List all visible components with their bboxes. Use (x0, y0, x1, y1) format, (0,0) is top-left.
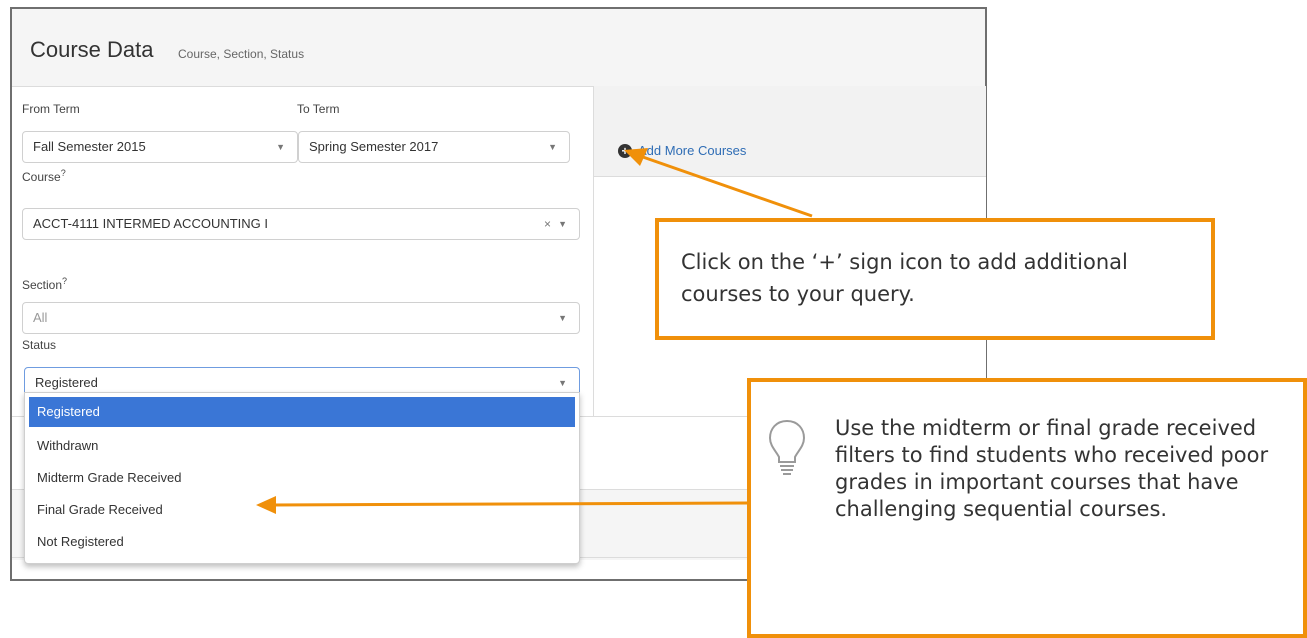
add-more-courses-link[interactable]: + Add More Courses (618, 143, 746, 158)
from-term-label: From Term (22, 102, 80, 116)
status-option-registered[interactable]: Registered (29, 397, 575, 427)
plus-circle-icon[interactable]: + (618, 143, 632, 158)
status-option-midterm-grade-received[interactable]: Midterm Grade Received (29, 463, 575, 493)
add-courses-callout: Click on the ‘+’ sign icon to add additi… (655, 218, 1215, 340)
chevron-down-icon: ▼ (558, 219, 567, 229)
to-term-label: To Term (297, 102, 340, 116)
add-more-courses-label: Add More Courses (638, 143, 747, 158)
add-courses-callout-text: Click on the ‘+’ sign icon to add additi… (681, 250, 1128, 306)
status-label: Status (22, 338, 57, 352)
panel-header: Course Data Course, Section, Status (12, 9, 985, 87)
course-label-text: Course (22, 170, 61, 184)
panel-subtitle: Course, Section, Status (178, 47, 305, 61)
filters-column: From Term To Term Fall Semester 2015 ▼ S… (12, 86, 592, 416)
section-help-icon[interactable]: ? (62, 276, 67, 286)
status-option-not-registered[interactable]: Not Registered (29, 527, 575, 557)
section-value: All (33, 310, 48, 325)
chevron-down-icon: ▼ (548, 142, 557, 152)
course-value: ACCT-4111 INTERMED ACCOUNTING I (33, 216, 268, 231)
status-option-withdrawn[interactable]: Withdrawn (29, 431, 575, 461)
to-term-select[interactable]: Spring Semester 2017 ▼ (298, 131, 570, 163)
to-term-value: Spring Semester 2017 (309, 139, 439, 154)
chevron-down-icon: ▼ (276, 142, 285, 152)
from-term-value: Fall Semester 2015 (33, 139, 146, 154)
grade-tip-callout-text: Use the midterm or final grade received … (835, 416, 1269, 521)
grade-tip-callout: Use the midterm or final grade received … (747, 378, 1307, 638)
status-value: Registered (35, 375, 98, 390)
course-help-icon[interactable]: ? (61, 168, 66, 178)
status-option-final-grade-received[interactable]: Final Grade Received (29, 495, 575, 525)
from-term-select[interactable]: Fall Semester 2015 ▼ (22, 131, 298, 163)
course-label: Course? (22, 168, 66, 184)
lightbulb-icon (768, 419, 806, 475)
chevron-down-icon: ▼ (558, 313, 567, 323)
section-select[interactable]: All ▼ (22, 302, 580, 334)
panel-title: Course Data (30, 37, 154, 62)
add-courses-bar: + Add More Courses (594, 86, 986, 177)
course-select[interactable]: ACCT-4111 INTERMED ACCOUNTING I × ▼ (22, 208, 580, 240)
section-label: Section? (22, 276, 67, 292)
clear-icon[interactable]: × (544, 209, 551, 239)
status-dropdown-list: Registered Withdrawn Midterm Grade Recei… (24, 392, 580, 564)
section-label-text: Section (22, 278, 63, 292)
